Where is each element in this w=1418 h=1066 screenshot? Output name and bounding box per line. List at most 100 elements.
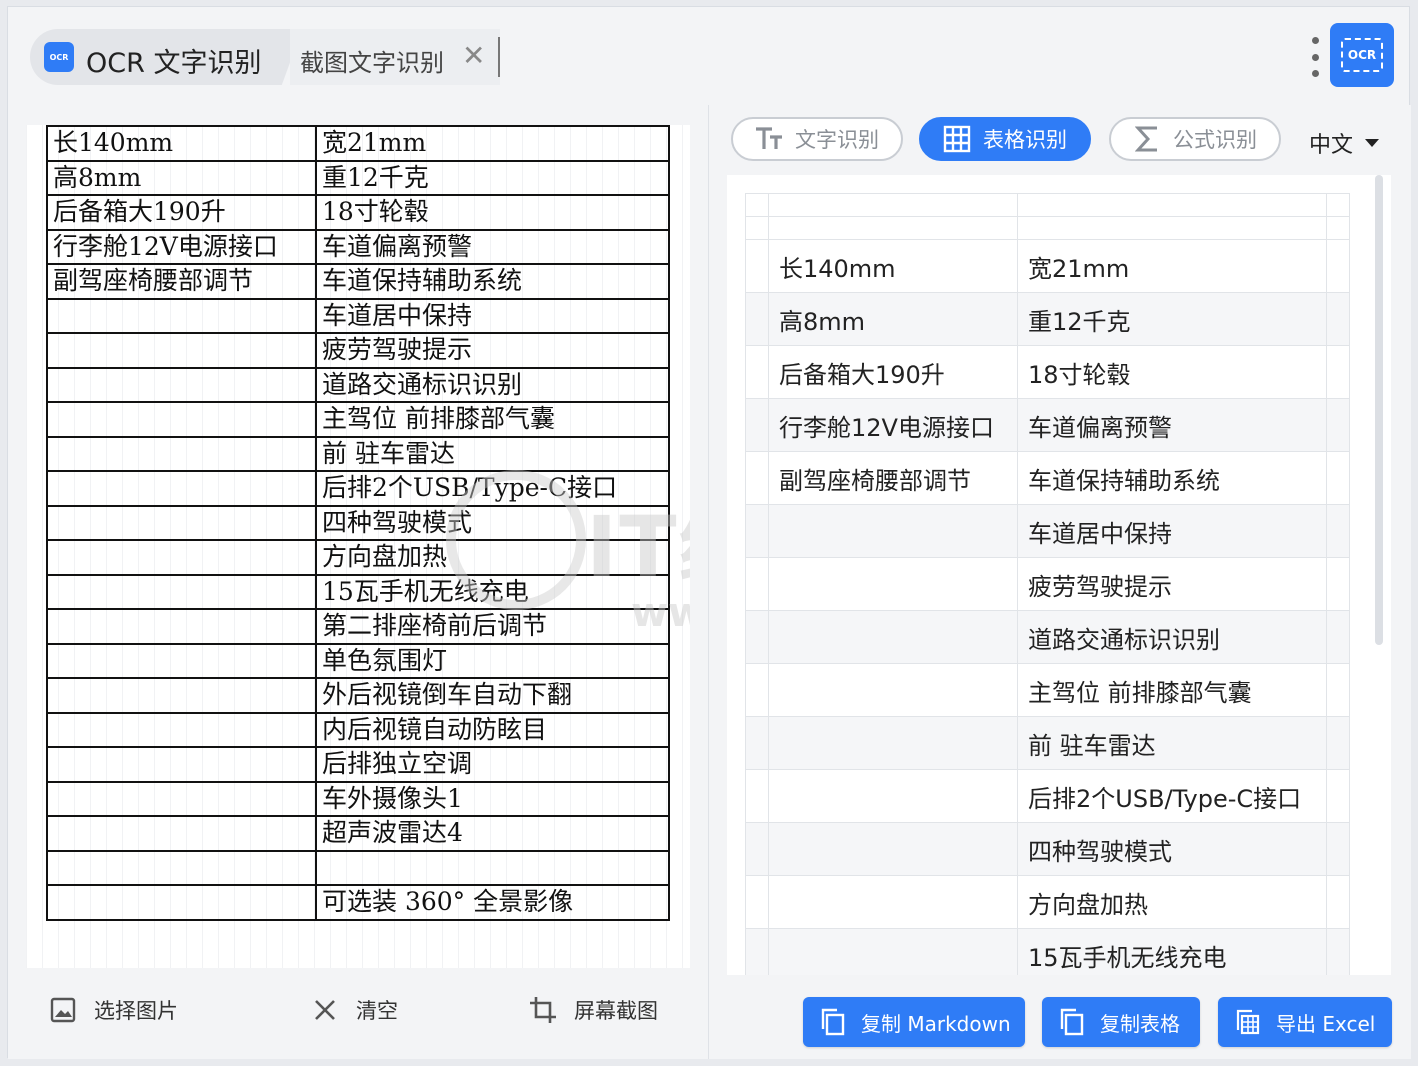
result-gutter-cell <box>745 345 769 399</box>
source-table-cell: 长140mm <box>46 125 317 162</box>
result-gutter-cell <box>745 663 769 717</box>
source-table-cell <box>315 849 670 886</box>
close-icon[interactable]: ✕ <box>462 41 485 71</box>
select-image-button[interactable]: 选择图片 <box>48 995 178 1025</box>
result-table-cell[interactable]: 前 驻车雷达 <box>1017 716 1327 770</box>
result-table-cell[interactable]: 15瓦手机无线充电 <box>1017 928 1327 975</box>
result-panel: 文字识别 表格识别 公式识别 中文 长140mm 宽21mm 高8mm 重12千克 后备… <box>709 105 1411 1059</box>
text-format-icon <box>753 123 785 155</box>
source-table-row: 疲劳驾驶提示 <box>46 332 670 369</box>
result-table-cell[interactable]: 后备箱大190升 <box>768 345 1018 399</box>
result-table-cell[interactable] <box>768 610 1018 664</box>
more-menu-icon[interactable] <box>1308 37 1322 77</box>
source-table-cell: 外后视镜倒车自动下翻 <box>315 677 670 714</box>
result-table-cell[interactable] <box>768 716 1018 770</box>
source-table-cell: 后排独立空调 <box>315 746 670 783</box>
result-table-view: 长140mm 宽21mm 高8mm 重12千克 后备箱大190升 18寸轮毂 行李舱12V电… <box>727 175 1391 975</box>
source-table-cell <box>46 401 317 438</box>
result-table-cell[interactable]: 后排2个USB/Type-C接口 <box>1017 769 1327 823</box>
select-image-label: 选择图片 <box>94 999 178 1023</box>
result-table-cell[interactable] <box>768 769 1018 823</box>
source-table-cell: 18寸轮毂 <box>315 194 670 231</box>
result-table-cell[interactable]: 长140mm <box>768 239 1018 293</box>
result-grid-cell <box>1326 193 1350 217</box>
language-select[interactable]: 中文 <box>1309 127 1380 159</box>
result-table-cell[interactable]: 车道居中保持 <box>1017 504 1327 558</box>
result-gutter-cell <box>745 716 769 770</box>
ocr-logo-button[interactable]: OCR <box>1330 23 1394 87</box>
source-table-cell: 四种驾驶模式 <box>315 504 670 541</box>
result-table-cell[interactable]: 宽21mm <box>1017 239 1327 293</box>
result-table-cell[interactable]: 重12千克 <box>1017 292 1327 346</box>
result-grid-row <box>745 193 1350 217</box>
source-table-cell <box>46 366 317 403</box>
result-table-cell[interactable]: 行李舱12V电源接口 <box>768 398 1018 452</box>
result-table-cell[interactable] <box>768 928 1018 975</box>
result-gutter-cell <box>1326 504 1350 558</box>
result-table-cell[interactable]: 道路交通标识识别 <box>1017 610 1327 664</box>
result-table-row: 疲劳驾驶提示 <box>745 557 1350 611</box>
clear-button[interactable]: 清空 <box>310 995 398 1025</box>
result-table-cell[interactable]: 车道保持辅助系统 <box>1017 451 1327 505</box>
source-table-row: 行李舱12V电源接口 车道偏离预警 <box>46 228 670 265</box>
mode-formula-recognition[interactable]: 公式识别 <box>1109 117 1281 161</box>
source-table-row: 前 驻车雷达 <box>46 435 670 472</box>
source-table-cell: 行李舱12V电源接口 <box>46 228 317 265</box>
source-table-cell: 内后视镜自动防眩目 <box>315 711 670 748</box>
tab-title: OCR 文字识别 <box>86 48 262 79</box>
result-table-cell[interactable] <box>768 875 1018 929</box>
result-table-cell[interactable] <box>768 663 1018 717</box>
mode-table-recognition[interactable]: 表格识别 <box>919 117 1091 161</box>
source-table-row <box>46 849 670 886</box>
tab-ocr-text-recognition[interactable]: OCR OCR 文字识别 <box>30 29 278 85</box>
screenshot-button[interactable]: 屏幕截图 <box>528 995 658 1025</box>
source-table-cell: 后备箱大190升 <box>46 194 317 231</box>
result-table-row: 四种驾驶模式 <box>745 822 1350 876</box>
export-excel-button[interactable]: 导出 Excel <box>1218 997 1392 1047</box>
result-table-cell[interactable]: 副驾座椅腰部调节 <box>768 451 1018 505</box>
copy-icon <box>819 1008 847 1036</box>
result-table-cell[interactable] <box>768 557 1018 611</box>
source-table-row: 后备箱大190升 18寸轮毂 <box>46 194 670 231</box>
source-table-cell: 高8mm <box>46 159 317 196</box>
copy-table-label: 复制表格 <box>1100 1011 1180 1036</box>
result-table-cell[interactable]: 疲劳驾驶提示 <box>1017 557 1327 611</box>
result-table-cell[interactable]: 车道偏离预警 <box>1017 398 1327 452</box>
source-table-row: 车外摄像头1 <box>46 780 670 817</box>
mode-text-recognition[interactable]: 文字识别 <box>731 117 903 161</box>
source-table-row: 超声波雷达4 <box>46 815 670 852</box>
source-table-cell: 前 驻车雷达 <box>315 435 670 472</box>
result-table-row: 车道居中保持 <box>745 504 1350 558</box>
source-table-row: 外后视镜倒车自动下翻 <box>46 677 670 714</box>
source-table-cell: 车道保持辅助系统 <box>315 263 670 300</box>
result-gutter-cell <box>1326 716 1350 770</box>
image-panel: 长140mm 宽21mm 高8mm 重12千克 后备箱大190升 18寸轮毂 行李舱12V电… <box>8 105 709 1059</box>
result-table-cell[interactable]: 方向盘加热 <box>1017 875 1327 929</box>
result-table-row: 方向盘加热 <box>745 875 1350 929</box>
sigma-icon <box>1131 123 1163 155</box>
source-table-cell <box>46 573 317 610</box>
result-grid-cell <box>745 193 769 217</box>
image-icon <box>48 995 78 1025</box>
tab-screenshot-ocr[interactable]: 截图文字识别 ✕ <box>290 29 500 85</box>
result-table-cell[interactable]: 18寸轮毂 <box>1017 345 1327 399</box>
result-table-cell[interactable]: 高8mm <box>768 292 1018 346</box>
result-gutter-cell <box>745 610 769 664</box>
source-table-cell <box>46 332 317 369</box>
crop-icon <box>528 995 558 1025</box>
source-table-row: 副驾座椅腰部调节 车道保持辅助系统 <box>46 263 670 300</box>
result-table-cell[interactable] <box>768 822 1018 876</box>
scrollbar[interactable] <box>1375 175 1383 645</box>
copy-markdown-button[interactable]: 复制 Markdown <box>803 997 1025 1047</box>
source-table-row: 方向盘加热 <box>46 539 670 576</box>
result-table-cell[interactable]: 四种驾驶模式 <box>1017 822 1327 876</box>
result-table-cell[interactable]: 主驾位 前排膝部气囊 <box>1017 663 1327 717</box>
result-gutter-cell <box>745 292 769 346</box>
result-gutter-cell <box>745 822 769 876</box>
source-table-cell: 车道偏离预警 <box>315 228 670 265</box>
result-table-cell[interactable] <box>768 504 1018 558</box>
app-window: OCR OCR 文字识别 截图文字识别 ✕ OCR 长140mm 宽21mm 高8m… <box>7 6 1411 1059</box>
source-table-row: 内后视镜自动防眩目 <box>46 711 670 748</box>
copy-table-button[interactable]: 复制表格 <box>1042 997 1200 1047</box>
result-grid-cell <box>768 193 1018 217</box>
